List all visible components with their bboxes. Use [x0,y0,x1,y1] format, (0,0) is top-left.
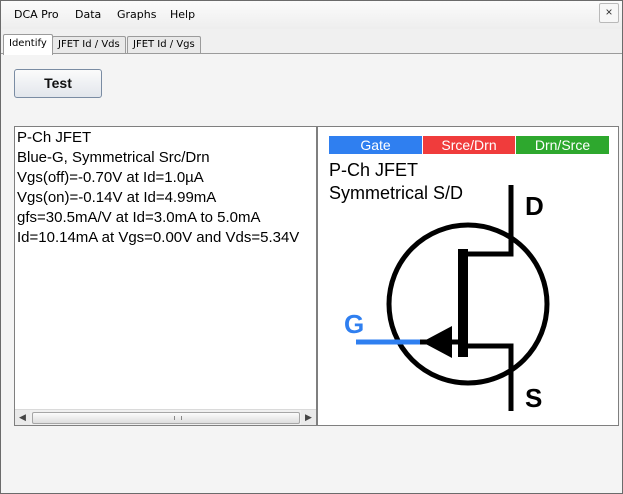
scroll-left-icon[interactable]: ◀ [15,410,30,425]
result-line: gfs=30.5mA/V at Id=3.0mA to 5.0mA [17,209,261,226]
result-line: P-Ch JFET [17,129,92,146]
horizontal-scrollbar[interactable]: ◀ ▶ [15,409,316,425]
grip-icon [174,416,182,420]
component-diagram: Gate Srce/Drn Drn/Srce P-Ch JFET Symmetr… [317,126,619,426]
tab-strip: Identify JFET Id / Vds JFET Id / Vgs [1,29,622,55]
scrollbar-thumb[interactable] [32,412,300,424]
scroll-right-icon[interactable]: ▶ [301,410,316,425]
drain-lead [459,185,514,257]
test-button[interactable]: Test [14,69,102,98]
app-window: DCA Pro Data Graphs Help × Identify JFET… [0,0,623,494]
tab-identify[interactable]: Identify [3,34,53,55]
menu-help[interactable]: Help [170,8,195,21]
results-text: P-Ch JFET Blue-G, Symmetrical Src/Drn Vg… [17,128,316,410]
jfet-symbol-icon: D G S [344,185,550,413]
identify-panel: Test P-Ch JFET Blue-G, Symmetrical Src/D… [1,54,622,493]
menu-graphs[interactable]: Graphs [117,8,156,21]
result-line: Blue-G, Symmetrical Src/Drn [17,149,210,166]
close-icon[interactable]: × [599,3,619,23]
menu-bar: DCA Pro Data Graphs Help × [1,1,622,30]
label-drain: D [525,191,544,221]
menu-dca-pro[interactable]: DCA Pro [14,8,59,21]
label-gate: G [344,309,364,339]
result-line: Id=10.14mA at Vgs=0.00V and Vds=5.34V [17,229,300,246]
menu-data[interactable]: Data [75,8,101,21]
tab-jfet-id-vgs[interactable]: JFET Id / Vgs [127,36,201,53]
gate-arrow [422,326,452,358]
result-line: Vgs(off)=-0.70V at Id=1.0µA [17,169,204,186]
tab-jfet-id-vds[interactable]: JFET Id / Vds [52,36,126,53]
label-source: S [525,383,542,413]
results-textbox[interactable]: P-Ch JFET Blue-G, Symmetrical Src/Drn Vg… [14,126,317,426]
result-line: Vgs(on)=-0.14V at Id=4.99mA [17,189,217,206]
